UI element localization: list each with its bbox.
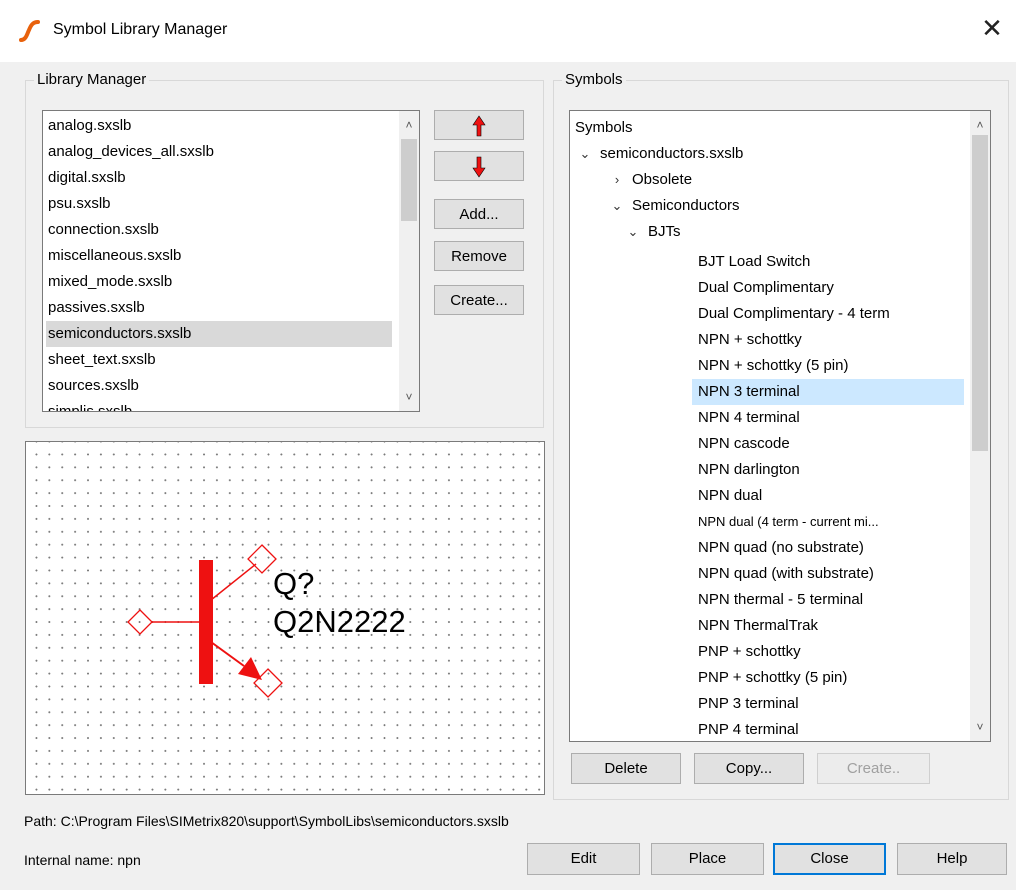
library-list-item[interactable]: mixed_mode.sxslb: [46, 269, 392, 295]
symbols-tree[interactable]: Symbols ⌄ semiconductors.sxslb › Obsolet…: [569, 110, 991, 742]
library-list-item[interactable]: sheet_text.sxslb: [46, 347, 392, 373]
symbol-list-item[interactable]: NPN dual (4 term - current mi...: [692, 509, 964, 535]
library-list-item[interactable]: passives.sxslb: [46, 295, 392, 321]
symbol-list-item[interactable]: NPN + schottky: [692, 327, 964, 353]
scroll-up-icon[interactable]: ˄: [970, 115, 990, 135]
library-list[interactable]: analog.sxslb analog_devices_all.sxslb digi…: [42, 110, 420, 412]
library-list-scrollbar[interactable]: ˄ ˅: [399, 111, 419, 411]
title-bar: Symbol Library Manager ✕: [0, 0, 1016, 62]
window-title: Symbol Library Manager: [53, 21, 228, 38]
symbol-list-item[interactable]: NPN 4 terminal: [692, 405, 964, 431]
symbol-list-item[interactable]: PNP 3 terminal: [692, 691, 964, 717]
symbol-list-item[interactable]: NPN ThermalTrak: [692, 613, 964, 639]
library-list-item[interactable]: sources.sxslb: [46, 373, 392, 399]
library-list-item[interactable]: connection.sxslb: [46, 217, 392, 243]
scroll-thumb[interactable]: [972, 135, 988, 451]
scroll-down-icon[interactable]: ˅: [970, 717, 990, 737]
symbol-list-item[interactable]: NPN cascode: [692, 431, 964, 457]
preview-ref-label: Q?: [273, 566, 315, 601]
tree-folder-label: Semiconductors: [632, 197, 740, 214]
tree-header: Symbols: [575, 119, 633, 136]
tree-folder-label: Obsolete: [632, 171, 693, 188]
copy-symbol-button[interactable]: Copy...: [694, 753, 804, 784]
library-list-item[interactable]: digital.sxslb: [46, 165, 392, 191]
arrow-down-icon: [472, 156, 486, 178]
close-icon[interactable]: ✕: [978, 14, 1006, 42]
chevron-down-icon[interactable]: ⌄: [626, 219, 640, 245]
library-list-item[interactable]: simplis.sxslb: [46, 399, 392, 411]
simetrix-logo-icon: [19, 20, 40, 42]
library-list-item[interactable]: analog_devices_all.sxslb: [46, 139, 392, 165]
chevron-down-icon[interactable]: ⌄: [610, 193, 624, 219]
move-down-button[interactable]: [434, 151, 524, 181]
symbol-list-item[interactable]: PNP + schottky (5 pin): [692, 665, 964, 691]
close-button[interactable]: Close: [773, 843, 886, 875]
symbol-list-item[interactable]: NPN thermal - 5 terminal: [692, 587, 964, 613]
scroll-thumb[interactable]: [401, 139, 417, 221]
symbol-list-item[interactable]: PNP + schottky: [692, 639, 964, 665]
library-list-item[interactable]: semiconductors.sxslb: [46, 321, 392, 347]
tree-root-label: semiconductors.sxslb: [600, 145, 744, 162]
scroll-up-icon[interactable]: ˄: [399, 115, 419, 135]
create-library-button[interactable]: Create...: [434, 285, 524, 315]
add-library-button[interactable]: Add...: [434, 199, 524, 229]
internal-name-status: Internal name: npn: [24, 852, 141, 868]
symbols-tree-scrollbar[interactable]: ˄ ˅: [970, 111, 990, 741]
library-list-item[interactable]: psu.sxslb: [46, 191, 392, 217]
tree-folder-obsolete[interactable]: › Obsolete: [610, 167, 692, 193]
symbol-list-item[interactable]: NPN dual: [692, 483, 964, 509]
tree-root[interactable]: ⌄ semiconductors.sxslb: [578, 141, 744, 167]
symbol-preview: Q? Q2N2222: [25, 441, 545, 795]
symbol-list-item[interactable]: Dual Complimentary: [692, 275, 964, 301]
help-button[interactable]: Help: [897, 843, 1007, 875]
chevron-down-icon[interactable]: ⌄: [578, 141, 592, 167]
symbol-list-item[interactable]: NPN 3 terminal: [692, 379, 964, 405]
create-symbol-button[interactable]: Create..: [817, 753, 930, 784]
symbol-list-item[interactable]: PNP 4 terminal: [692, 717, 964, 741]
tree-folder-semiconductors[interactable]: ⌄ Semiconductors: [610, 193, 740, 219]
move-up-button[interactable]: [434, 110, 524, 140]
delete-symbol-button[interactable]: Delete: [571, 753, 681, 784]
path-status: Path: C:\Program Files\SIMetrix820\suppo…: [24, 813, 509, 829]
arrow-up-icon: [472, 115, 486, 137]
library-list-item[interactable]: miscellaneous.sxslb: [46, 243, 392, 269]
edit-button[interactable]: Edit: [527, 843, 640, 875]
symbol-list-item[interactable]: Dual Complimentary - 4 term: [692, 301, 964, 327]
scroll-down-icon[interactable]: ˅: [399, 387, 419, 407]
symbol-list-item[interactable]: NPN darlington: [692, 457, 964, 483]
library-list-item[interactable]: analog.sxslb: [46, 113, 392, 139]
symbol-list-item[interactable]: NPN + schottky (5 pin): [692, 353, 964, 379]
chevron-right-icon[interactable]: ›: [610, 167, 624, 193]
library-manager-label: Library Manager: [34, 71, 150, 88]
symbol-list-item[interactable]: BJT Load Switch: [692, 249, 964, 275]
preview-model-label: Q2N2222: [273, 604, 406, 639]
remove-library-button[interactable]: Remove: [434, 241, 524, 271]
tree-folder-bjts[interactable]: ⌄ BJTs: [626, 219, 681, 245]
symbol-list-item[interactable]: NPN quad (no substrate): [692, 535, 964, 561]
place-button[interactable]: Place: [651, 843, 764, 875]
symbols-group-label: Symbols: [562, 71, 626, 88]
tree-folder-label: BJTs: [648, 223, 681, 240]
symbol-list-item[interactable]: NPN quad (with substrate): [692, 561, 964, 587]
